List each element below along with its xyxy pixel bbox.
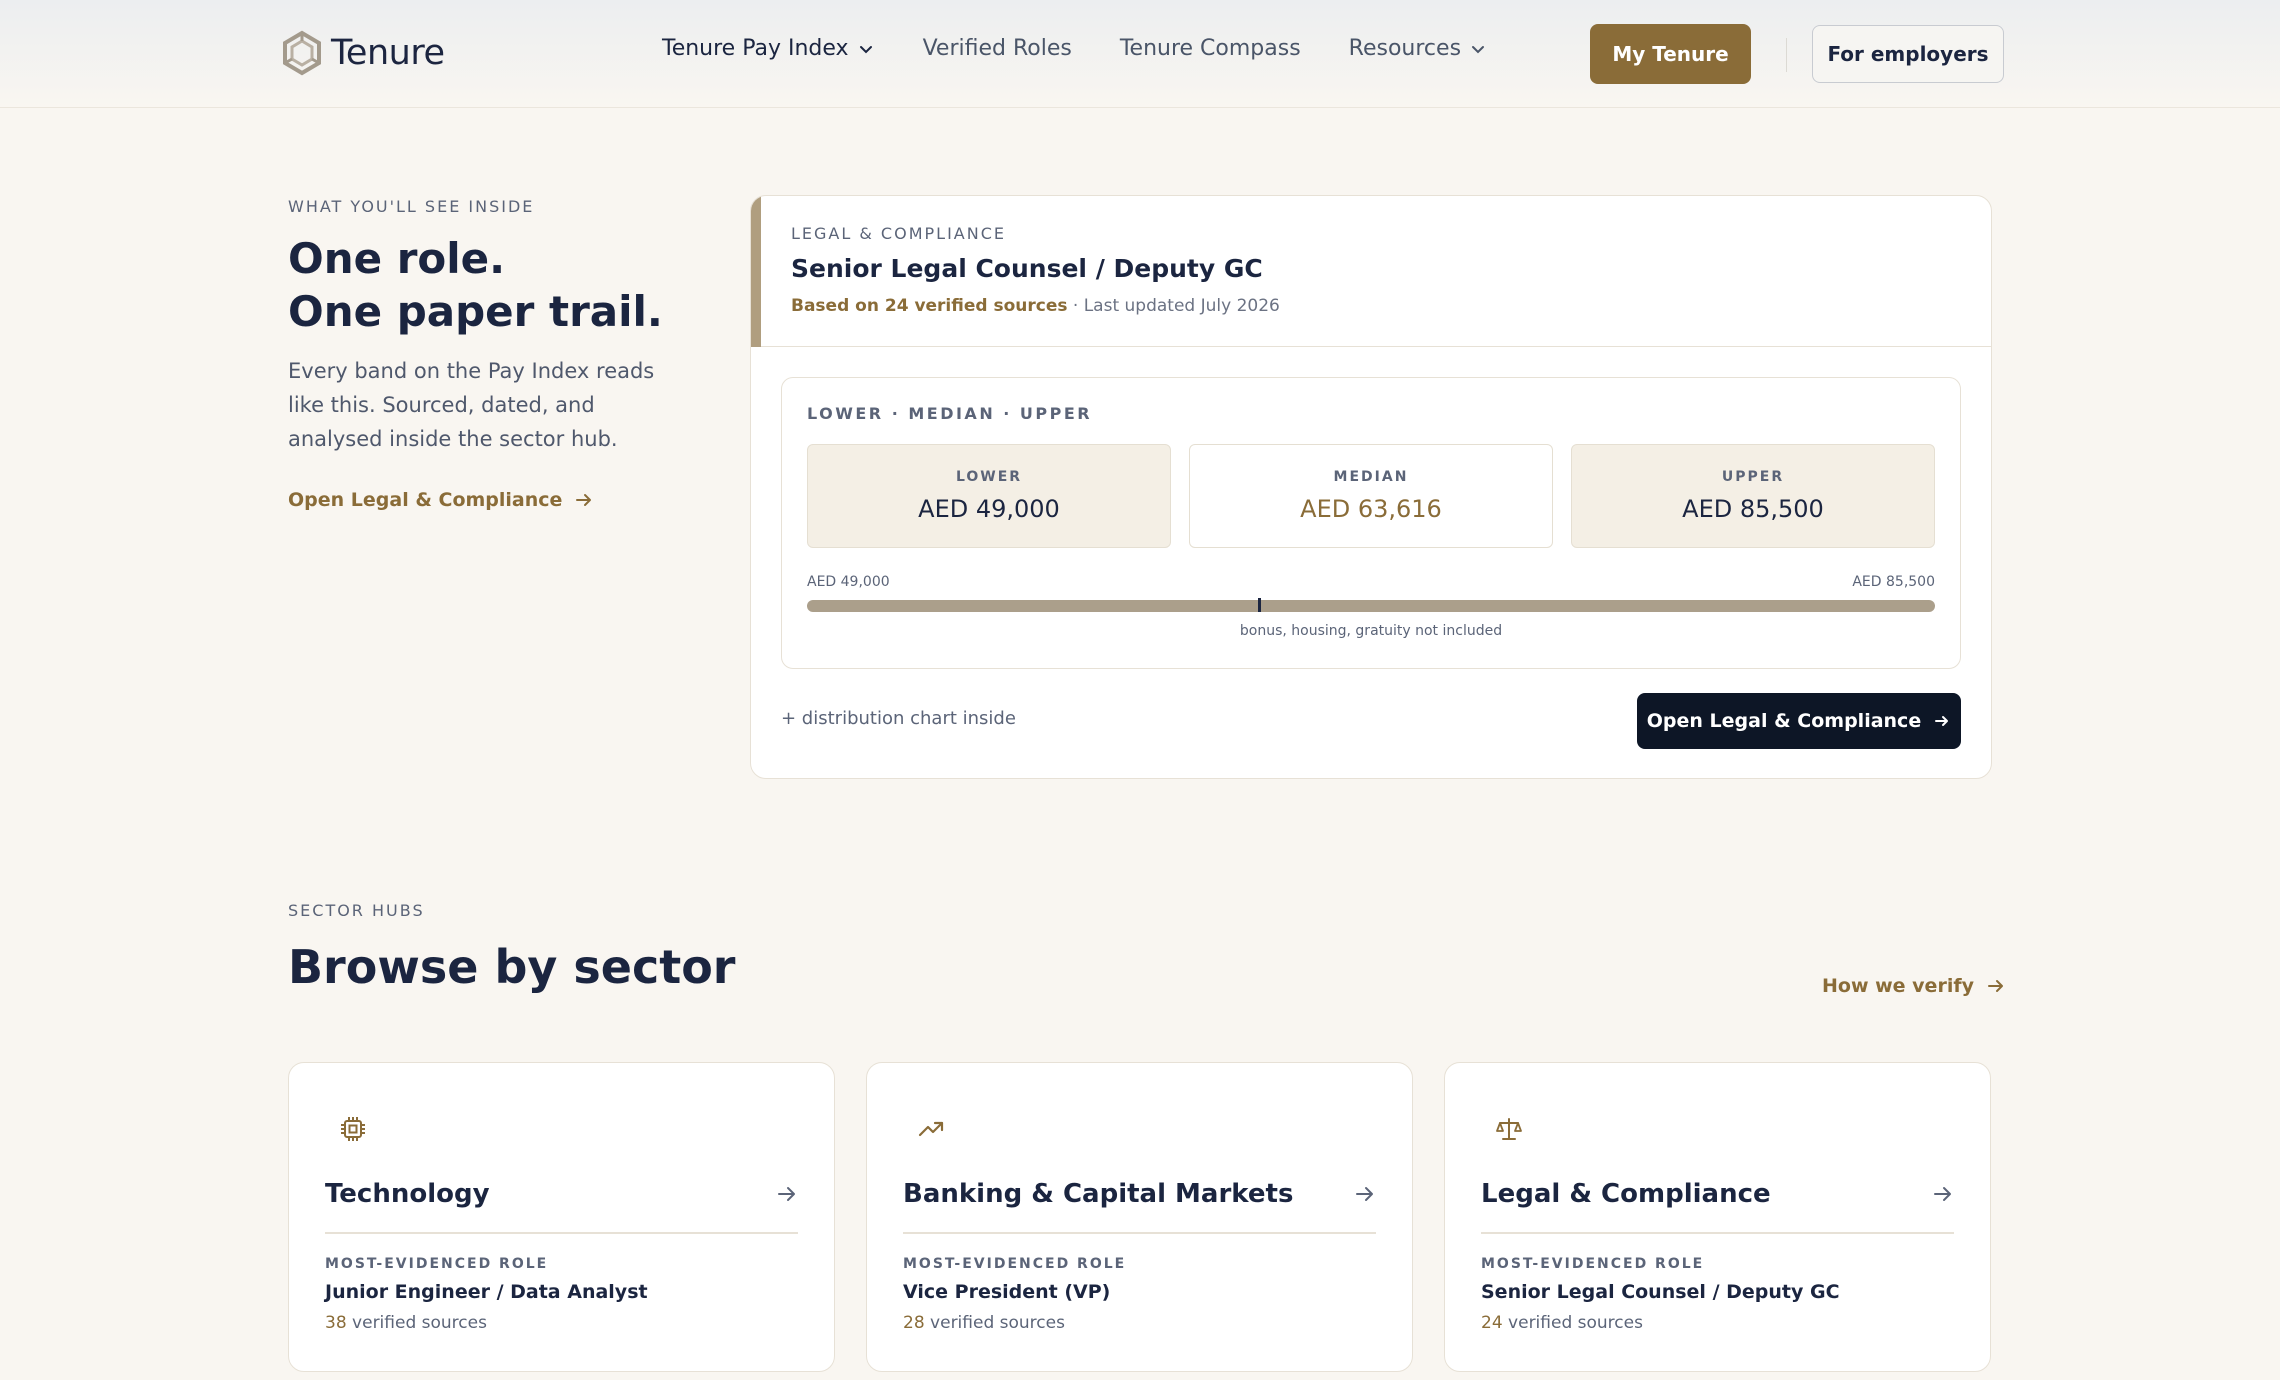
arrow-right-icon	[576, 494, 592, 506]
sector-top-role: Vice President (VP)	[903, 1281, 1111, 1303]
pay-band-box: LOWER · MEDIAN · UPPER LOWER AED 49,000 …	[781, 377, 1961, 669]
sources-count: 38	[325, 1313, 347, 1333]
sector-top-role: Junior Engineer / Data Analyst	[325, 1281, 648, 1303]
for-employers-button[interactable]: For employers	[1812, 25, 2004, 83]
intro-title-line-1: One role.	[288, 234, 506, 283]
stat-lower: LOWER AED 49,000	[807, 444, 1171, 548]
last-updated-label: · Last updated July 2026	[1072, 296, 1280, 316]
range-max-label: AED 85,500	[1852, 574, 1935, 590]
arrow-right-icon	[1935, 716, 1949, 726]
top-nav-bar: Tenure Tenure Pay Index Verified Roles T…	[0, 0, 2280, 108]
sector-card-legal[interactable]: Legal & Compliance MOST-EVIDENCED ROLE S…	[1444, 1062, 1991, 1372]
arrow-right-icon	[1987, 980, 2003, 992]
sources-suffix: verified sources	[346, 1313, 487, 1333]
nav-item-label: Tenure Compass	[1119, 36, 1301, 61]
verified-sources-label: Based on 24 verified sources	[791, 296, 1068, 316]
sector-divider	[903, 1232, 1376, 1234]
intro-title: One role. One paper trail.	[288, 232, 708, 338]
sector-hubs-title: Browse by sector	[288, 940, 736, 994]
chip-icon	[341, 1117, 365, 1141]
sector-role-eyebrow: MOST-EVIDENCED ROLE	[325, 1256, 549, 1272]
nav-divider	[1786, 38, 1787, 72]
pay-range-bar	[807, 598, 1935, 612]
arrow-right-icon	[778, 1187, 795, 1201]
distribution-note: + distribution chart inside	[781, 708, 1016, 729]
brand-logo[interactable]: Tenure	[279, 30, 445, 76]
intro-title-line-2: One paper trail.	[288, 287, 663, 336]
sector-divider	[1481, 1232, 1954, 1234]
chevron-down-icon	[1472, 45, 1485, 53]
trending-up-icon	[918, 1121, 944, 1137]
link-label: How we verify	[1822, 975, 1974, 997]
sector-name: Legal & Compliance	[1481, 1179, 1771, 1209]
stat-value: AED 63,616	[1300, 495, 1442, 523]
stat-value: AED 85,500	[1682, 495, 1824, 523]
nav-item-label: Tenure Pay Index	[662, 36, 849, 61]
arrow-right-icon	[1356, 1187, 1373, 1201]
my-tenure-button[interactable]: My Tenure	[1590, 24, 1751, 84]
role-meta: Based on 24 verified sources · Last upda…	[791, 296, 1280, 316]
arrow-right-icon	[1934, 1187, 1951, 1201]
sources-suffix: verified sources	[1502, 1313, 1643, 1333]
sector-hubs-eyebrow: SECTOR HUBS	[288, 901, 425, 920]
open-legal-compliance-link[interactable]: Open Legal & Compliance	[288, 489, 594, 511]
sources-suffix: verified sources	[924, 1313, 1065, 1333]
nav-item-resources[interactable]: Resources	[1349, 36, 1487, 61]
stat-label: UPPER	[1721, 469, 1785, 485]
stat-upper: UPPER AED 85,500	[1571, 444, 1935, 548]
range-min-label: AED 49,000	[807, 574, 890, 590]
sector-sources: 24 verified sources	[1481, 1313, 1643, 1333]
sources-count: 28	[903, 1313, 925, 1333]
range-note: bonus, housing, gratuity not included	[1239, 623, 1503, 639]
intro-eyebrow: WHAT YOU'LL SEE INSIDE	[288, 197, 535, 216]
scales-icon	[1496, 1118, 1522, 1140]
pay-band-label: LOWER · MEDIAN · UPPER	[807, 404, 1093, 423]
sector-card-banking[interactable]: Banking & Capital Markets MOST-EVIDENCED…	[866, 1062, 1413, 1372]
sector-sources: 38 verified sources	[325, 1313, 487, 1333]
sector-role-eyebrow: MOST-EVIDENCED ROLE	[903, 1256, 1127, 1272]
hexagon-logo-icon	[283, 30, 321, 76]
link-label: Open Legal & Compliance	[288, 489, 563, 511]
stat-median: MEDIAN AED 63,616	[1189, 444, 1553, 548]
sector-name: Technology	[325, 1179, 490, 1209]
nav-item-tenure-compass[interactable]: Tenure Compass	[1120, 36, 1301, 61]
nav-item-pay-index[interactable]: Tenure Pay Index	[662, 36, 875, 61]
sector-divider	[325, 1232, 798, 1234]
stat-label: LOWER	[955, 469, 1023, 485]
sector-role-eyebrow: MOST-EVIDENCED ROLE	[1481, 1256, 1705, 1272]
median-marker	[1257, 598, 1261, 612]
button-label: Open Legal & Compliance	[1646, 710, 1922, 732]
nav-item-verified-roles[interactable]: Verified Roles	[923, 36, 1072, 61]
stat-value: AED 49,000	[918, 495, 1060, 523]
chevron-down-icon	[859, 45, 872, 53]
nav-item-label: Verified Roles	[922, 36, 1072, 61]
sector-top-role: Senior Legal Counsel / Deputy GC	[1481, 1281, 1840, 1303]
sector-name: Banking & Capital Markets	[903, 1179, 1294, 1209]
main-nav: Tenure Pay Index Verified Roles Tenure C…	[662, 36, 1535, 61]
sources-count: 24	[1481, 1313, 1503, 1333]
sector-sources: 28 verified sources	[903, 1313, 1065, 1333]
role-card-accent-bar	[751, 196, 761, 347]
role-card-header: LEGAL & COMPLIANCE Senior Legal Counsel …	[751, 196, 1991, 347]
brand-name: Tenure	[331, 33, 445, 73]
stat-label: MEDIAN	[1333, 469, 1409, 485]
open-legal-compliance-button[interactable]: Open Legal & Compliance	[1637, 693, 1961, 749]
how-we-verify-link[interactable]: How we verify	[1822, 975, 2006, 997]
sector-card-technology[interactable]: Technology MOST-EVIDENCED ROLE Junior En…	[288, 1062, 835, 1372]
role-sector-label: LEGAL & COMPLIANCE	[791, 224, 1006, 243]
nav-item-label: Resources	[1348, 36, 1462, 61]
intro-body: Every band on the Pay Index reads like t…	[288, 359, 655, 451]
role-title: Senior Legal Counsel / Deputy GC	[791, 254, 1263, 283]
role-preview-card: LEGAL & COMPLIANCE Senior Legal Counsel …	[750, 195, 1992, 779]
